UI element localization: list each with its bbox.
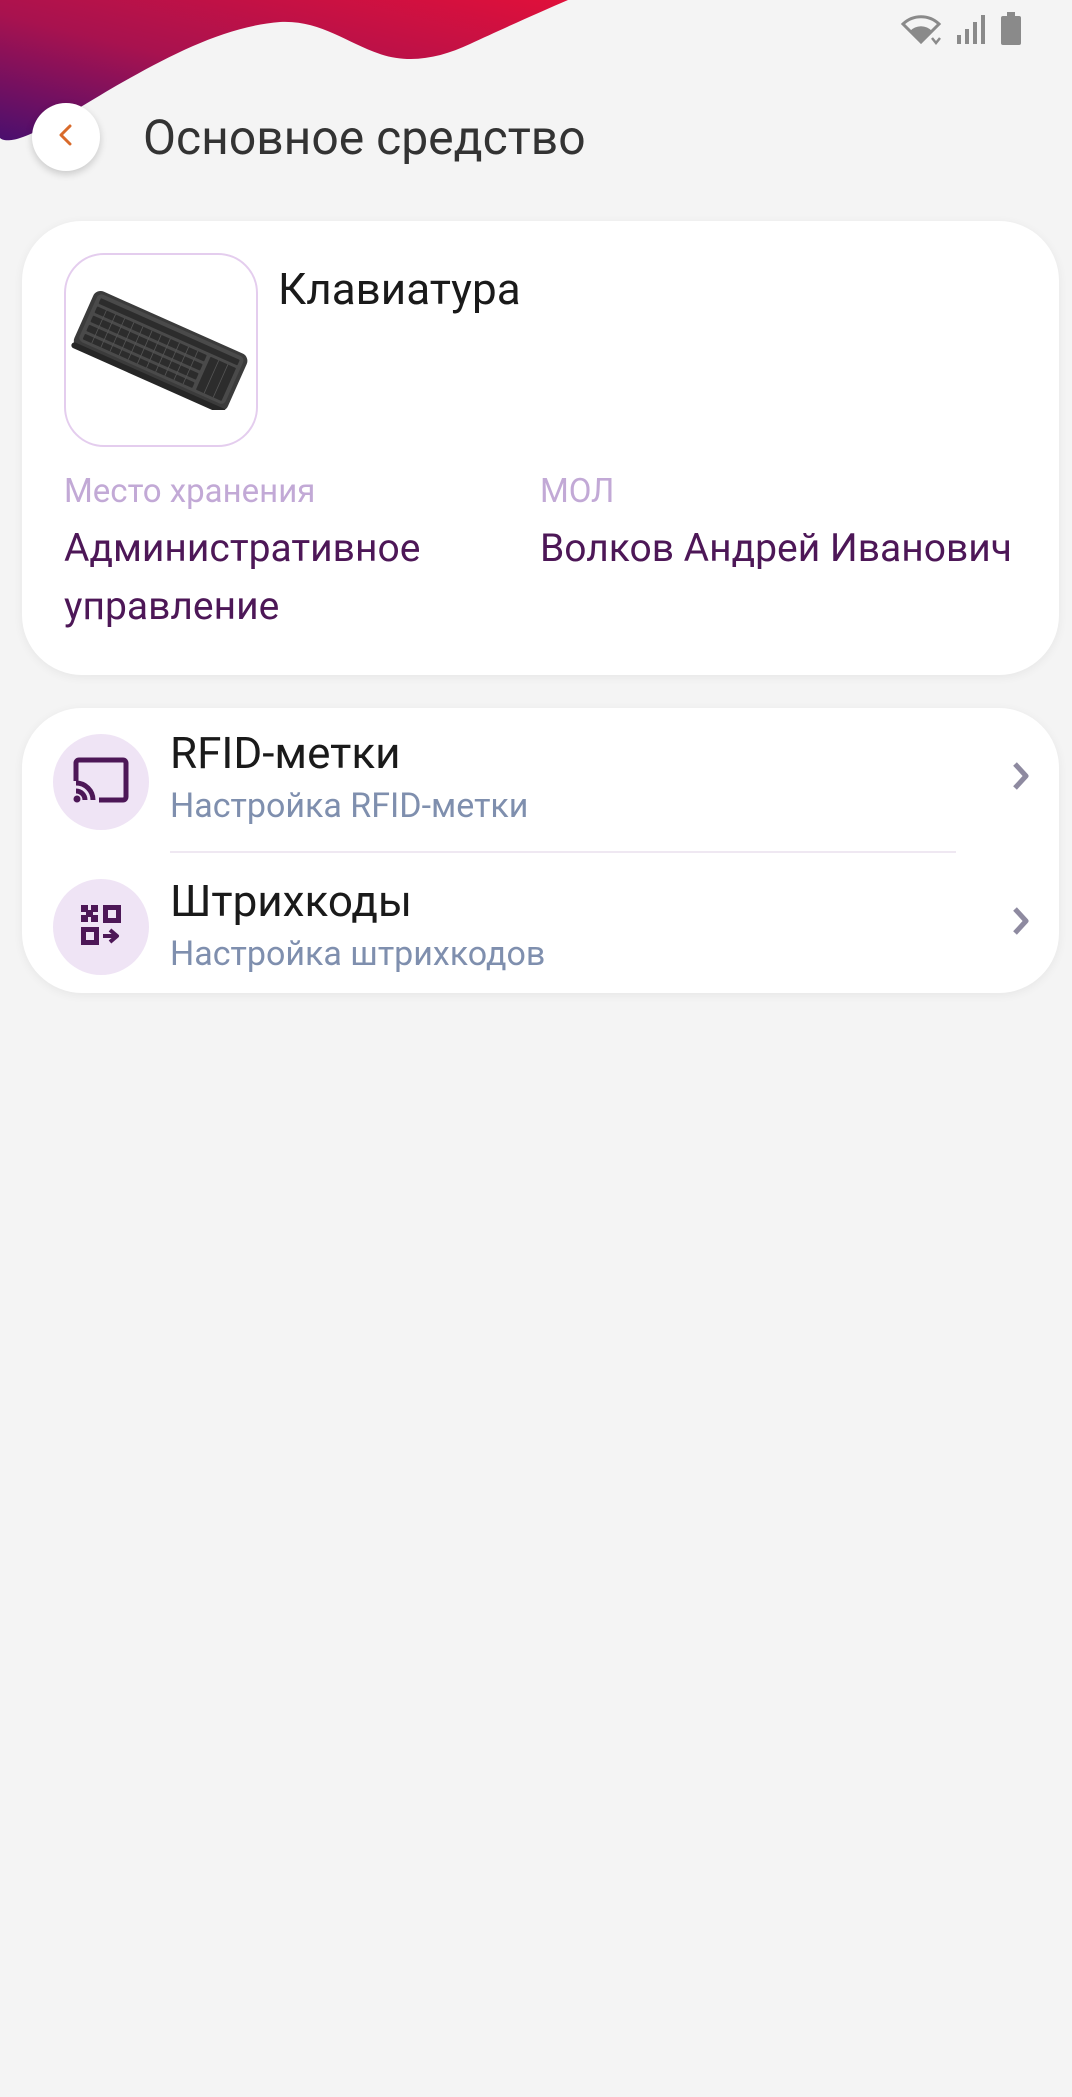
rfid-title: RFID-метки [170, 727, 401, 779]
asset-card: Клавиатура Место хранения Административн… [22, 221, 1059, 675]
responsible-label: МОЛ [540, 472, 615, 511]
signal-icon [956, 13, 986, 45]
back-button[interactable] [32, 103, 100, 171]
battery-icon [1000, 12, 1022, 46]
barcodes-subtitle: Настройка штрихкодов [170, 934, 546, 974]
storage-field: Место хранения Административное управлен… [64, 471, 504, 635]
keyboard-image [71, 290, 248, 410]
screen: Основное средство Клавиатура Место хране… [0, 0, 1072, 2097]
menu-item-barcodes[interactable]: Штрихкоды Настройка штрихкодов [22, 853, 1059, 993]
storage-label: Место хранения [64, 472, 316, 511]
responsible-value: Волков Андрей Иванович [540, 525, 1012, 571]
storage-value: Административное управление [64, 525, 421, 629]
rfid-cast-icon [73, 757, 129, 807]
chevron-left-icon [56, 124, 76, 150]
barcodes-title: Штрихкоды [170, 875, 413, 927]
menu-card: RFID-метки Настройка RFID-метки Штрихкод… [22, 708, 1059, 993]
responsible-field: МОЛ Волков Андрей Иванович [540, 471, 1020, 577]
status-bar [900, 12, 1022, 46]
menu-item-rfid[interactable]: RFID-метки Настройка RFID-метки [22, 708, 1059, 848]
asset-photo[interactable] [64, 253, 258, 447]
qr-code-icon [79, 903, 123, 951]
wifi-icon [900, 12, 942, 46]
barcodes-icon-circle [53, 879, 149, 975]
chevron-right-icon [1011, 906, 1031, 940]
chevron-right-icon [1011, 761, 1031, 795]
asset-name: Клавиатура [278, 263, 521, 315]
rfid-subtitle: Настройка RFID-метки [170, 786, 529, 826]
page-title: Основное средство [143, 109, 586, 166]
rfid-icon-circle [53, 734, 149, 830]
